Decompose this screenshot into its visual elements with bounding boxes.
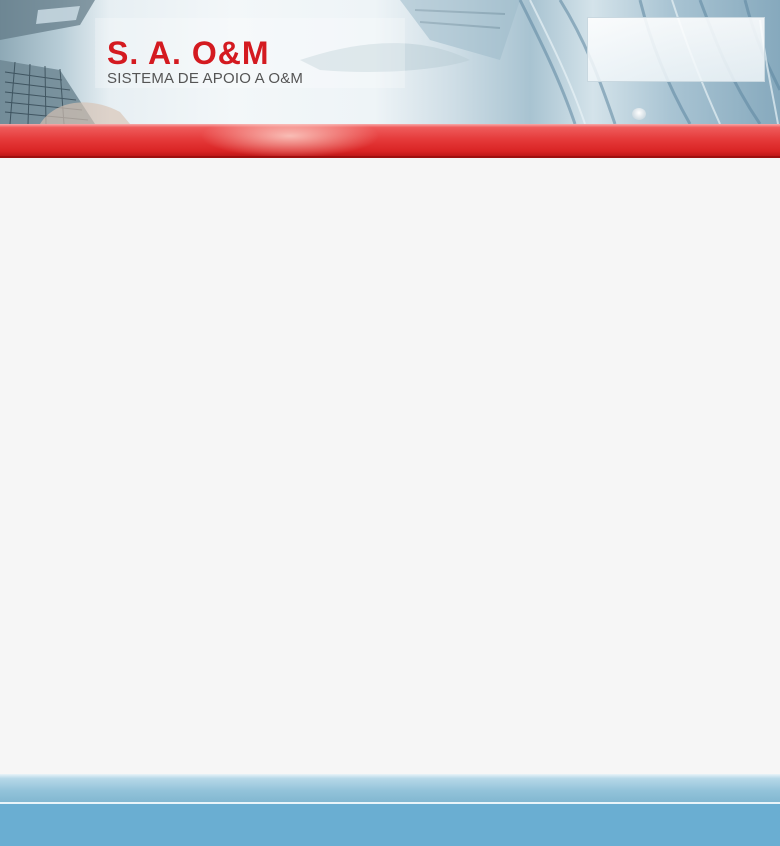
app-title: S. A. O&M <box>107 35 270 71</box>
nav-bar <box>0 124 780 158</box>
nav-bar-highlight <box>200 124 380 158</box>
header-banner: S. A. O&M SISTEMA DE APOIO A O&M <box>0 0 780 124</box>
main-content-area <box>0 158 780 774</box>
app-subtitle: SISTEMA DE APOIO A O&M <box>107 70 304 87</box>
panel-knob-icon <box>632 108 646 120</box>
header-info-panel <box>587 17 765 82</box>
footer-top-bar <box>0 774 780 804</box>
footer <box>0 804 780 846</box>
page: S. A. O&M SISTEMA DE APOIO A O&M <box>0 0 780 846</box>
